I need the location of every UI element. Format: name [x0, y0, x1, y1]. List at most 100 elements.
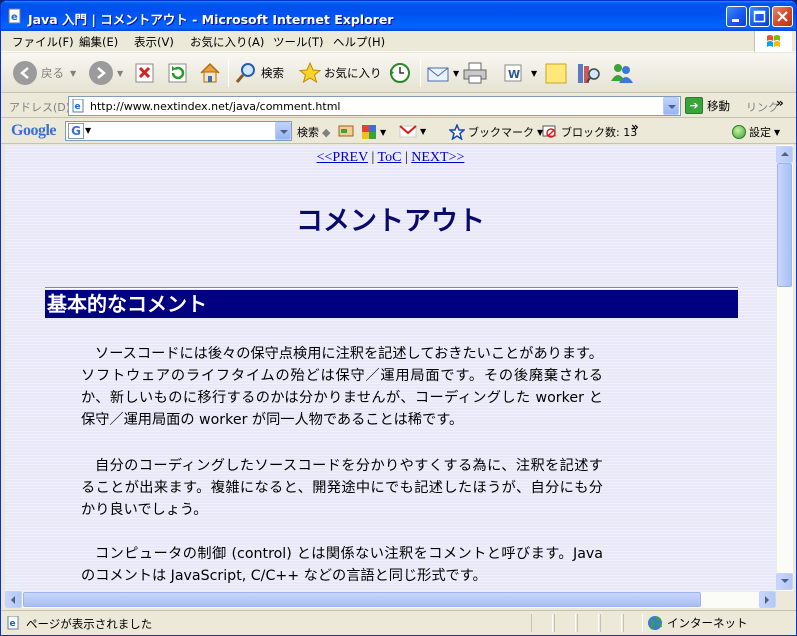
nav-separator: |	[371, 150, 375, 165]
next-link[interactable]: NEXT>>	[411, 150, 464, 165]
status-bar: e ページが表示されました インターネット	[1, 610, 796, 635]
go-button[interactable]: ➔ 移動	[685, 97, 730, 114]
google-search-label: 検索	[297, 126, 319, 139]
search-label: 検索	[261, 66, 284, 80]
gmail-dropdown-icon[interactable]: ▼	[420, 127, 426, 136]
toc-link[interactable]: ToC	[378, 150, 402, 165]
minimize-icon	[732, 19, 739, 22]
stop-button[interactable]	[134, 59, 156, 87]
page-icon: e	[72, 99, 84, 113]
popup-blocker-icon	[542, 125, 556, 138]
refresh-button[interactable]	[167, 59, 189, 87]
forward-button[interactable]: ▼	[89, 59, 123, 87]
ie-page-icon: e	[8, 8, 21, 24]
search-button[interactable]: 検索	[234, 59, 284, 87]
star-icon	[298, 61, 322, 84]
status-text: ページが表示されました	[26, 617, 153, 631]
title-bar[interactable]: e Java 入門 | コメントアウト - Microsoft Internet…	[1, 1, 796, 31]
google-bookmarks-button[interactable]: ブックマーク ▼	[449, 124, 543, 140]
menu-edit[interactable]: 編集(E)	[79, 34, 118, 50]
stop-icon	[135, 63, 154, 83]
word-icon: W	[504, 64, 522, 82]
edit-dropdown-icon[interactable]: ▼	[531, 69, 537, 78]
google-pagerank-button[interactable]	[338, 124, 354, 138]
close-button[interactable]	[772, 6, 793, 27]
back-arrow-icon	[13, 61, 37, 85]
printer-icon	[463, 62, 487, 84]
gmail-button[interactable]: ▼	[399, 124, 426, 138]
mail-button[interactable]: ▼	[426, 59, 459, 87]
page-nav: <<PREV | ToC | NEXT>>	[5, 150, 776, 166]
menu-tools[interactable]: ツール(T)	[273, 34, 324, 50]
history-button[interactable]	[387, 59, 413, 87]
address-dropdown-button[interactable]	[663, 97, 679, 115]
svg-text:W: W	[508, 68, 520, 81]
horizontal-scroll-thumb[interactable]	[23, 592, 701, 607]
google-logo[interactable]: Google	[11, 122, 57, 140]
scroll-left-button[interactable]	[5, 591, 22, 608]
messenger-button[interactable]	[609, 59, 635, 87]
chevron-right-icon[interactable]: »	[776, 96, 784, 110]
status-pane	[554, 614, 576, 632]
menu-favorites[interactable]: お気に入り(A)	[190, 34, 264, 50]
google-news-button[interactable]: ▼	[361, 124, 386, 140]
nav-separator: |	[404, 150, 408, 165]
address-bar: アドレス(D) e http://www.nextindex.net/java/…	[1, 94, 796, 118]
back-dropdown-icon[interactable]: ▼	[70, 69, 76, 78]
toolbar-separator	[228, 59, 229, 87]
scroll-up-button[interactable]	[776, 146, 793, 163]
menu-bar: ファイル(F) 編集(E) 表示(V) お気に入り(A) ツール(T) ヘルプ(…	[1, 31, 796, 52]
google-search-button[interactable]: 検索 ◆	[297, 124, 330, 140]
status-pane	[623, 614, 643, 632]
google-toolbar: Google G ▼ 検索 ◆ ▼ ▼ ブックマーク ▼ ブロック数: 13 »…	[1, 119, 796, 144]
edit-button[interactable]: W ▼	[501, 59, 537, 87]
links-button[interactable]: リンク	[746, 99, 779, 115]
windows-flag-icon	[754, 31, 792, 52]
scrollbar-corner	[776, 591, 793, 608]
discuss-button[interactable]	[544, 59, 568, 87]
google-g-dropdown-icon[interactable]: ▼	[85, 126, 91, 135]
google-search-input[interactable]: G ▼	[65, 121, 292, 141]
paragraph: ソースコードには後々の保守点検用に注釈を記述しておきたいことがあります。ソフトウ…	[81, 346, 603, 428]
google-settings-button[interactable]: 設定 ▼	[732, 124, 780, 140]
prev-link[interactable]: <<PREV	[317, 150, 368, 165]
svg-text:e: e	[75, 102, 81, 112]
vertical-scroll-thumb[interactable]	[777, 163, 792, 287]
scroll-right-button[interactable]	[759, 591, 776, 608]
forward-dropdown-icon[interactable]: ▼	[117, 69, 123, 78]
scroll-down-button[interactable]	[776, 573, 793, 590]
print-button[interactable]	[462, 59, 488, 87]
browser-window: e Java 入門 | コメントアウト - Microsoft Internet…	[0, 0, 797, 636]
diamond-icon: ◆	[322, 125, 331, 139]
messenger-icon	[611, 64, 633, 83]
research-button[interactable]	[575, 59, 601, 87]
back-button[interactable]: 戻る ▼	[13, 59, 76, 87]
favorites-button[interactable]: お気に入り	[298, 59, 382, 87]
favorites-label: お気に入り	[324, 66, 382, 80]
google-search-dropdown-button[interactable]	[275, 122, 291, 140]
page-viewport[interactable]: <<PREV | ToC | NEXT>> コメントアウト 基本的なコメント ソ…	[5, 145, 776, 591]
google-chevron-icon[interactable]: »	[631, 120, 639, 134]
toolbar-separator	[420, 59, 421, 87]
mail-dropdown-icon[interactable]: ▼	[453, 69, 459, 78]
arrow-right-icon	[765, 596, 773, 604]
menu-help[interactable]: ヘルプ(H)	[333, 34, 385, 50]
menu-view[interactable]: 表示(V)	[134, 34, 174, 50]
refresh-icon	[168, 63, 187, 83]
minimize-button[interactable]	[726, 6, 747, 27]
status-pane	[577, 614, 599, 632]
pagerank-icon	[338, 125, 354, 137]
menu-file[interactable]: ファイル(F)	[12, 34, 74, 50]
bookmarks-label: ブックマーク	[468, 126, 534, 139]
books-icon	[578, 64, 600, 83]
arrow-up-icon	[781, 148, 789, 156]
address-input[interactable]: e http://www.nextindex.net/java/comment.…	[68, 96, 681, 116]
address-url: http://www.nextindex.net/java/comment.ht…	[90, 100, 341, 113]
news-dropdown-icon[interactable]: ▼	[380, 128, 386, 137]
google-g-icon[interactable]: G	[68, 123, 84, 139]
mail-icon	[427, 67, 449, 82]
maximize-button[interactable]	[749, 6, 770, 27]
home-button[interactable]	[198, 59, 222, 87]
popup-blocker-button[interactable]: ブロック数: 13	[542, 124, 637, 140]
close-icon	[777, 11, 788, 22]
